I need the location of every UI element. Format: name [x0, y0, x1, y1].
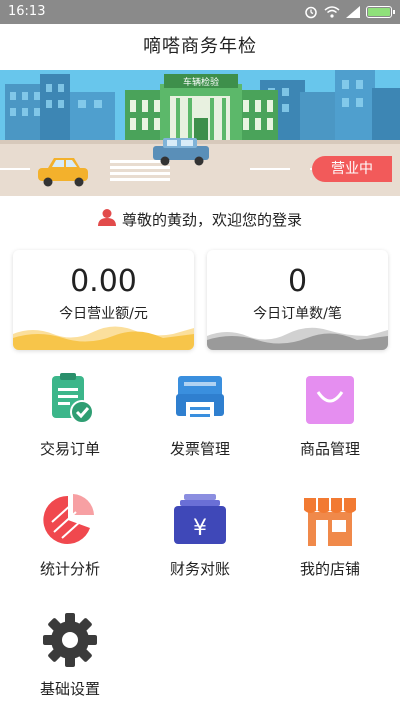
menu-transaction-orders[interactable]: 交易订单	[10, 372, 130, 459]
transaction-order-icon	[42, 372, 98, 428]
menu-label: 统计分析	[39, 560, 100, 578]
menu-label: 财务对账	[169, 560, 230, 578]
shopping-bag-icon	[302, 372, 358, 428]
today-orders-value: 0	[287, 264, 308, 299]
menu-label: 基础设置	[39, 680, 100, 698]
building-sign: 车辆检验	[183, 76, 219, 88]
menu-label: 我的店铺	[299, 560, 360, 578]
revenue-wave	[13, 326, 194, 350]
menu-statistics[interactable]: 统计分析	[10, 492, 130, 579]
user-icon	[97, 207, 116, 235]
wifi-icon	[324, 6, 340, 18]
status-icons	[304, 5, 395, 19]
finance-yen-icon: ¥	[172, 492, 228, 548]
signal-icon	[346, 6, 360, 18]
today-orders-card[interactable]: 0 今日订单数/笔	[207, 250, 388, 350]
status-badge: 营业中	[312, 156, 392, 182]
menu-label: 交易订单	[39, 440, 100, 458]
menu-basic-settings[interactable]: 基础设置	[10, 612, 130, 699]
menu-my-shop[interactable]: 我的店铺	[270, 492, 390, 579]
today-revenue-value: 0.00	[70, 264, 137, 299]
page-title: 嘀嗒商务年检	[143, 36, 257, 57]
menu-label: 商品管理	[299, 440, 360, 458]
status-time: 16:13	[8, 4, 46, 19]
alarm-icon	[305, 6, 317, 19]
svg-text:¥: ¥	[193, 516, 207, 541]
menu-finance-reconciliation[interactable]: ¥ 财务对账	[140, 492, 260, 579]
menu-label: 发票管理	[169, 440, 230, 458]
invoice-printer-icon	[172, 372, 228, 428]
shop-icon	[302, 492, 358, 548]
menu-product-management[interactable]: 商品管理	[270, 372, 390, 459]
today-revenue-card[interactable]: 0.00 今日营业额/元	[13, 250, 194, 350]
orders-wave	[207, 327, 388, 350]
title-bar: 嘀嗒商务年检	[0, 24, 400, 70]
status-bar: 16:13	[0, 0, 400, 24]
gear-icon	[42, 612, 98, 668]
battery-icon	[366, 6, 395, 18]
menu-invoice-management[interactable]: 发票管理	[140, 372, 260, 459]
welcome-greeting: 尊敬的黄劲，欢迎您的登录	[0, 206, 400, 234]
greeting-text: 尊敬的黄劲，欢迎您的登录	[121, 211, 302, 229]
pie-chart-icon	[42, 492, 98, 548]
